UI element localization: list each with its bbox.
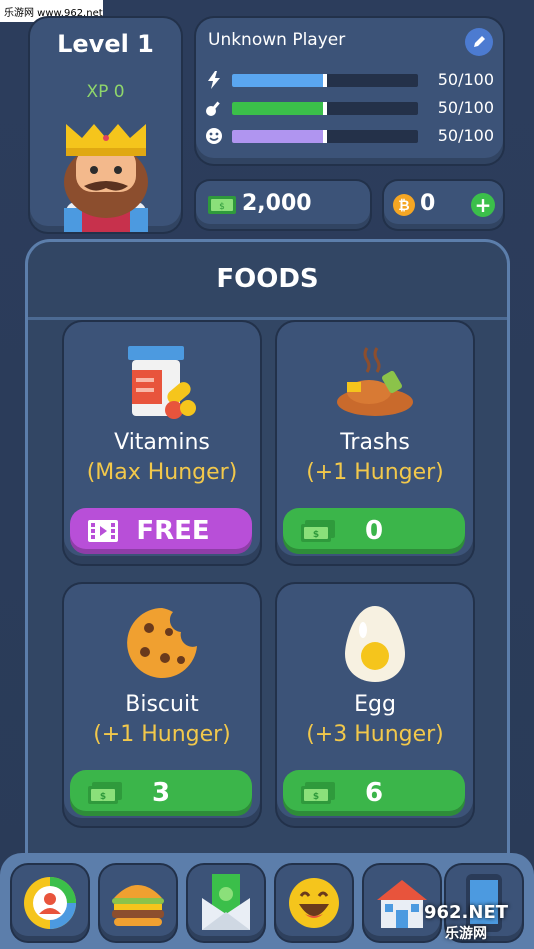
svg-text:$: $ <box>100 792 106 802</box>
food-card-egg[interactable]: Egg (+3 Hunger) $ 6 <box>277 584 473 826</box>
pencil-icon <box>474 36 485 47</box>
trash-icon <box>337 347 413 416</box>
egg-icon <box>345 606 405 682</box>
buy-button[interactable]: $ 0 <box>283 508 465 554</box>
energy-fill <box>232 74 325 87</box>
happiness-stat: 50/100 <box>204 124 494 148</box>
buy-button[interactable]: $ 6 <box>283 770 465 816</box>
cash-icon: $ <box>301 782 335 804</box>
food-effect: (Max Hunger) <box>86 460 238 485</box>
energy-knob <box>323 74 327 87</box>
button-label: 6 <box>364 778 384 808</box>
buy-button[interactable]: $ 3 <box>70 770 252 816</box>
xp-label: XP 0 <box>86 82 125 102</box>
button-label: 3 <box>151 778 171 808</box>
cookie-icon <box>127 608 197 678</box>
foods-header: FOODS <box>28 242 507 320</box>
coin-amount: 0 <box>420 191 436 216</box>
food-name: Trashs <box>340 430 410 455</box>
king-avatar <box>64 124 148 232</box>
happiness-value: 50/100 <box>437 126 494 145</box>
happiness-fill <box>232 130 325 143</box>
mail-money-icon <box>202 874 250 930</box>
food-effect: (+1 Hunger) <box>306 460 444 485</box>
player-card: Unknown Player 50/100 50/100 50/100 <box>196 18 503 164</box>
coin-box[interactable]: ₿ 0 + <box>384 181 503 229</box>
food-effect: (+1 Hunger) <box>93 722 231 747</box>
nav-foods[interactable] <box>100 865 176 941</box>
fun-value: 50/100 <box>437 98 494 117</box>
cash-box[interactable]: $ 2,000 <box>196 181 370 229</box>
fun-fill <box>232 102 325 115</box>
burger-icon <box>112 885 164 926</box>
svg-text:$: $ <box>313 530 319 540</box>
watermark-main: 962.NET <box>423 901 509 923</box>
bottom-nav: 962.NET 乐游网 <box>0 853 534 949</box>
food-card-trashs[interactable]: Trashs (+1 Hunger) $ 0 <box>277 322 473 564</box>
level-card[interactable]: Level 1 XP 0 <box>30 18 181 232</box>
foods-panel: FOODS Vitamins (Max Hunger) FREE Trashs … <box>28 242 507 949</box>
fun-stat: 50/100 <box>204 96 494 120</box>
emoji-icon <box>289 878 339 928</box>
food-name: Egg <box>354 692 396 717</box>
plus-icon: + <box>474 193 492 217</box>
cash-icon: $ <box>208 196 236 214</box>
fun-knob <box>323 102 327 115</box>
profile-icon <box>24 877 76 929</box>
cash-icon: $ <box>88 782 122 804</box>
guitar-icon <box>204 96 224 120</box>
smiley-icon <box>204 124 224 148</box>
video-icon <box>88 520 118 542</box>
vitamins-icon <box>128 346 196 419</box>
level-title: Level 1 <box>57 30 154 58</box>
nav-jobs[interactable] <box>188 865 264 941</box>
food-name: Vitamins <box>114 430 210 455</box>
food-effect: (+3 Hunger) <box>306 722 444 747</box>
food-card-vitamins[interactable]: Vitamins (Max Hunger) FREE <box>64 322 260 564</box>
button-label: FREE <box>136 516 210 546</box>
cash-icon: $ <box>301 520 335 542</box>
svg-text:$: $ <box>313 792 319 802</box>
player-name: Unknown Player <box>208 30 346 50</box>
food-card-biscuit[interactable]: Biscuit (+1 Hunger) $ 3 <box>64 584 260 826</box>
happiness-knob <box>323 130 327 143</box>
button-label: 0 <box>364 516 384 546</box>
foods-title: FOODS <box>216 264 319 294</box>
watermark-sub: 乐游网 <box>445 925 487 942</box>
nav-profile[interactable] <box>12 865 88 941</box>
energy-stat: 50/100 <box>204 68 494 92</box>
edit-name-button[interactable] <box>465 28 493 56</box>
energy-value: 50/100 <box>437 70 494 89</box>
watermark-bottom: 962.NET 乐游网 <box>402 899 530 945</box>
svg-text:$: $ <box>219 202 225 212</box>
free-video-button[interactable]: FREE <box>70 508 252 554</box>
food-name: Biscuit <box>125 692 199 717</box>
cash-amount: 2,000 <box>242 191 312 216</box>
nav-mood[interactable] <box>276 865 352 941</box>
bitcoin-icon: ₿ <box>393 194 415 216</box>
lightning-icon <box>204 68 224 92</box>
svg-text:₿: ₿ <box>398 198 409 214</box>
add-coins-button[interactable]: + <box>471 193 495 217</box>
